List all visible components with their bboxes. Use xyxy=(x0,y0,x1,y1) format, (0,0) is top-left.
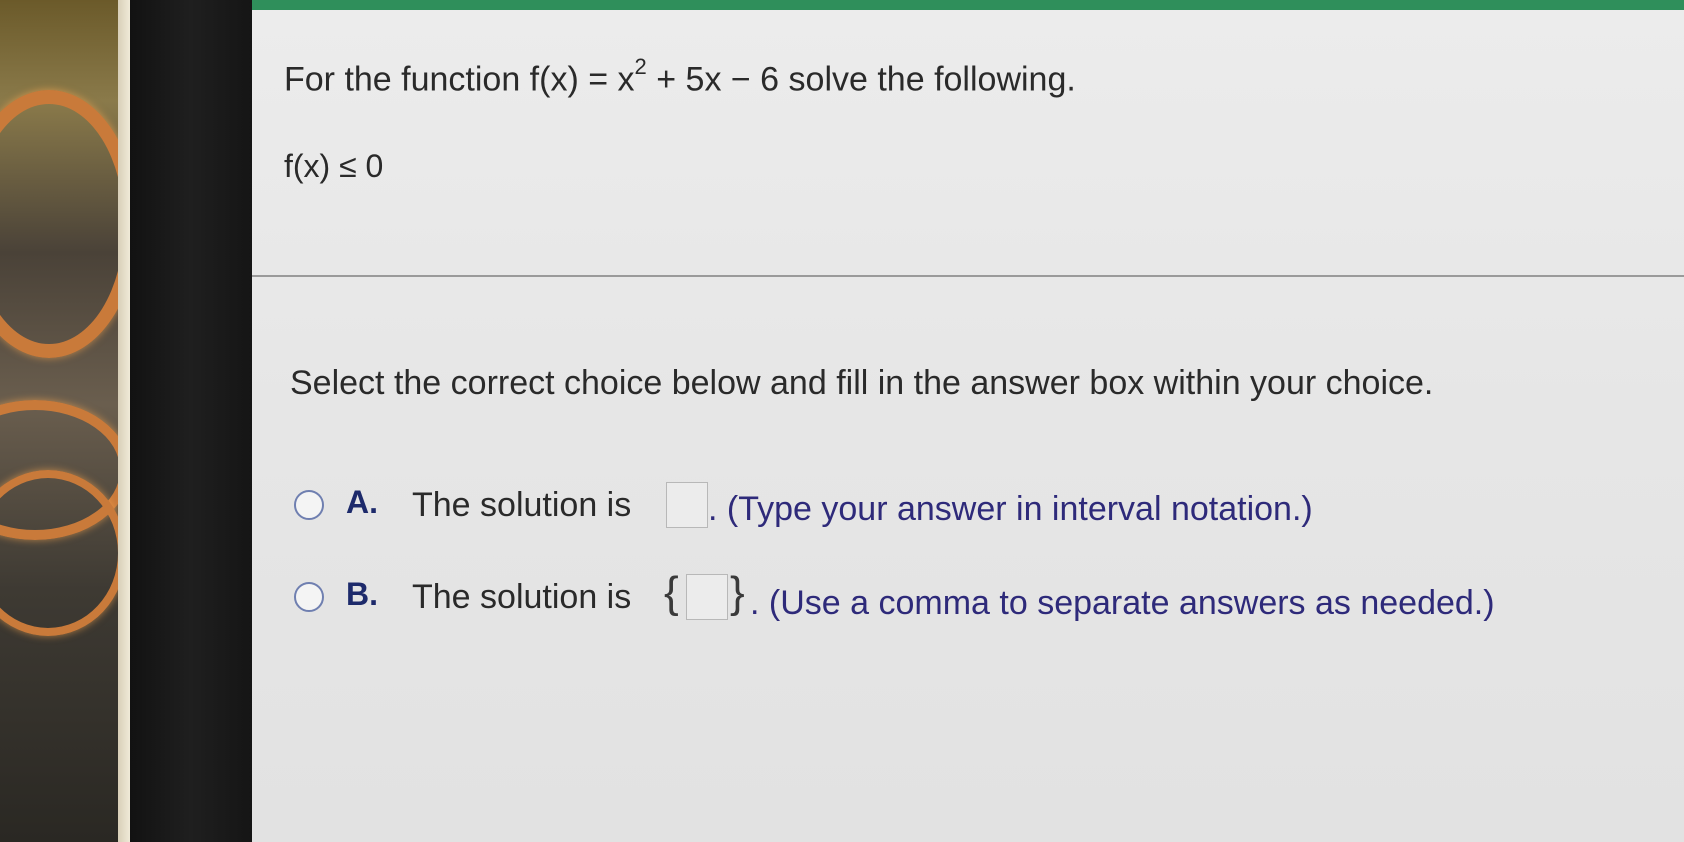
monitor-edge xyxy=(118,0,130,842)
choice-b-brace-open: { xyxy=(664,568,679,617)
choice-a[interactable]: A. The solution is . (Type your answer i… xyxy=(294,482,1594,534)
monitor-bezel xyxy=(130,0,252,842)
header-bar xyxy=(252,0,1684,10)
background-scene xyxy=(0,0,130,842)
screen: For the function f(x) = x2 + 5x − 6 solv… xyxy=(252,0,1684,842)
inequality-text: f(x) ≤ 0 xyxy=(284,148,384,184)
choice-b-radio[interactable] xyxy=(294,582,324,612)
choice-a-letter: A. xyxy=(346,484,378,520)
choice-a-text: The solution is xyxy=(412,486,632,524)
choice-b-hint: . (Use a comma to separate answers as ne… xyxy=(750,584,1495,622)
choice-a-answer-box[interactable] xyxy=(666,482,708,528)
question-suffix: + 5x − 6 solve the following. xyxy=(646,60,1076,99)
instruction-text: Select the correct choice below and fill… xyxy=(290,364,1434,402)
choice-a-hint: . (Type your answer in interval notation… xyxy=(708,490,1313,528)
choice-b-text: The solution is xyxy=(412,578,632,616)
choice-b-brace-close: } xyxy=(730,568,745,617)
question-exponent: 2 xyxy=(634,54,647,79)
choice-b-letter: B. xyxy=(346,576,378,612)
choice-a-radio[interactable] xyxy=(294,490,324,520)
choice-b-answer-box[interactable] xyxy=(686,574,728,620)
question-prefix: For the function f(x) = x xyxy=(284,60,635,99)
choice-b[interactable]: B. The solution is { } . (Use a comma to… xyxy=(294,568,1674,626)
question-text: For the function f(x) = x2 + 5x − 6 solv… xyxy=(284,54,1076,99)
copper-object xyxy=(0,90,130,358)
divider xyxy=(252,275,1684,277)
